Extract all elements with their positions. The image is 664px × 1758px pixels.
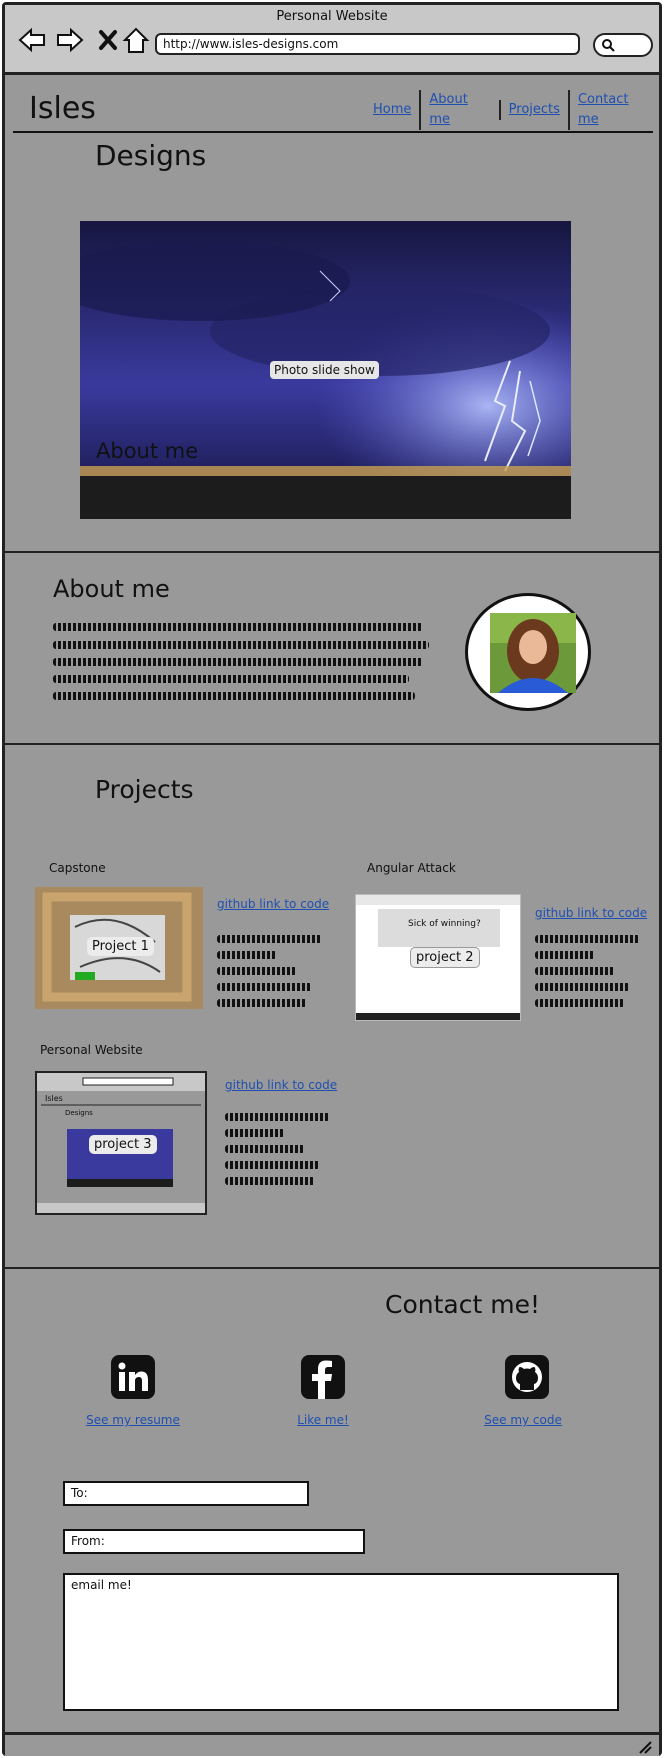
project-text-line — [217, 935, 322, 943]
project-2-thumb-text: Sick of winning? — [408, 919, 481, 929]
facebook-icon[interactable] — [301, 1355, 345, 1399]
about-text-line — [53, 641, 429, 649]
section-divider — [5, 743, 659, 745]
project-text-line — [225, 1129, 285, 1137]
forward-icon[interactable] — [55, 25, 85, 55]
nav-home[interactable]: Home — [365, 100, 419, 120]
project-thumbnail[interactable]: Isles Designs project 3 — [35, 1071, 207, 1215]
project-text-line — [535, 951, 595, 959]
svg-text:Isles: Isles — [45, 1094, 63, 1103]
header-divider — [13, 131, 653, 133]
project-text-line — [535, 935, 640, 943]
project-title: Capstone — [49, 861, 106, 875]
github-link[interactable]: github link to code — [535, 906, 647, 920]
back-icon[interactable] — [17, 25, 47, 55]
project-badge: Project 1 — [87, 937, 154, 956]
window-title: Personal Website — [276, 9, 388, 24]
github-link[interactable]: github link to code — [217, 897, 329, 911]
linkedin-icon[interactable] — [111, 1355, 155, 1399]
search-icon — [602, 39, 615, 52]
browser-window: Personal Website http://www.isles-design… — [2, 2, 662, 1756]
site-logo-subtitle: Designs — [95, 139, 207, 172]
nav-about[interactable]: About me — [419, 90, 498, 130]
message-textarea[interactable]: email me! — [63, 1573, 619, 1711]
project-badge: project 3 — [89, 1135, 157, 1154]
project-thumbnail[interactable]: Sick of winning? project 2 — [355, 894, 521, 1021]
contact-title: Contact me! — [385, 1290, 540, 1319]
project-text-line — [225, 1145, 305, 1153]
resume-link[interactable]: See my resume — [65, 1413, 201, 1427]
projects-title: Projects — [95, 775, 194, 804]
project-thumbnail[interactable]: Project 1 — [35, 887, 203, 1009]
github-icon[interactable] — [505, 1355, 549, 1399]
resize-grip-icon[interactable] — [637, 1739, 653, 1755]
avatar — [465, 593, 591, 711]
about-text-line — [53, 675, 409, 683]
project-text-line — [217, 999, 307, 1007]
about-text-line — [53, 692, 415, 700]
main-nav: Home About me Projects Contact me — [365, 90, 659, 130]
to-field[interactable]: To: — [63, 1481, 309, 1506]
hero-caption: About me — [96, 439, 199, 463]
project-text-line — [217, 951, 277, 959]
facebook-link[interactable]: Like me! — [255, 1413, 391, 1427]
url-input[interactable]: http://www.isles-designs.com — [155, 33, 580, 55]
project-text-line — [217, 983, 312, 991]
project-title: Personal Website — [40, 1043, 143, 1057]
about-title: About me — [53, 575, 170, 603]
about-text-line — [53, 658, 423, 666]
github-profile-link[interactable]: See my code — [455, 1413, 591, 1427]
project-title: Angular Attack — [367, 861, 456, 875]
project-text-line — [225, 1113, 330, 1121]
nav-projects[interactable]: Projects — [498, 100, 568, 120]
avatar-photo — [490, 613, 576, 693]
project-badge: project 2 — [410, 947, 480, 968]
about-text-line — [53, 623, 423, 631]
github-link[interactable]: github link to code — [225, 1078, 337, 1092]
project-text-line — [535, 983, 630, 991]
close-icon[interactable] — [93, 25, 123, 55]
browser-search[interactable] — [593, 33, 653, 57]
browser-chrome: Personal Website http://www.isles-design… — [5, 5, 659, 75]
status-bar — [5, 1732, 659, 1756]
from-field[interactable]: From: — [63, 1529, 365, 1554]
project-text-line — [217, 967, 297, 975]
site-logo[interactable]: Isles — [29, 91, 96, 126]
home-icon[interactable] — [121, 25, 151, 55]
nav-contact[interactable]: Contact me — [567, 90, 659, 130]
project-text-line — [225, 1161, 320, 1169]
slideshow-badge: Photo slide show — [270, 361, 379, 379]
project-text-line — [535, 999, 625, 1007]
project-text-line — [225, 1177, 315, 1185]
section-divider — [5, 1267, 659, 1269]
project-text-line — [535, 967, 615, 975]
hero-slideshow[interactable]: Photo slide show About me — [80, 221, 571, 519]
section-divider — [5, 551, 659, 553]
svg-text:Designs: Designs — [65, 1109, 93, 1117]
